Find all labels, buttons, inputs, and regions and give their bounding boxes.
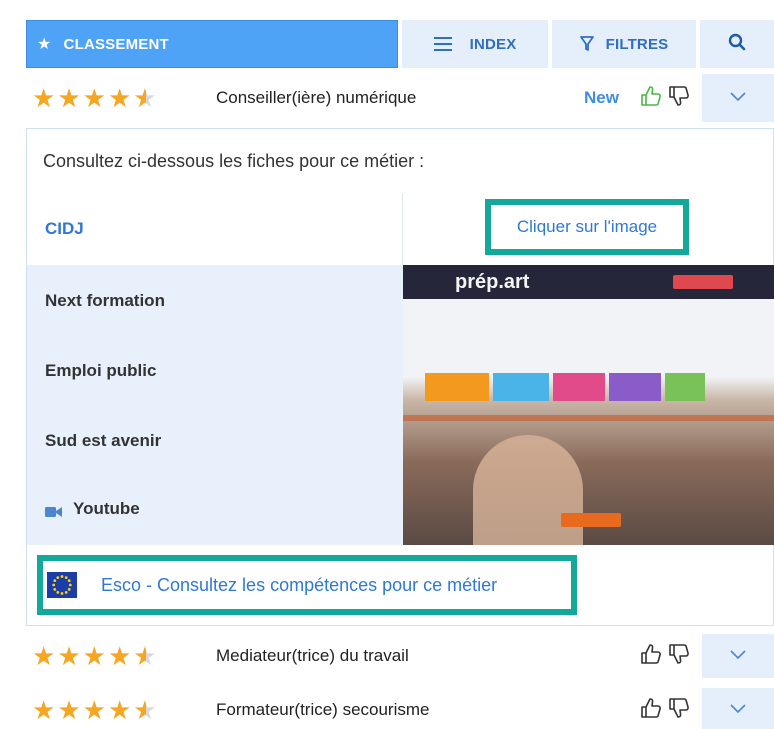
preview-header-button	[673, 275, 733, 289]
source-item-next-formation[interactable]: Next formation	[45, 291, 165, 311]
job-title[interactable]: Mediateur(trice) du travail	[216, 646, 409, 666]
star-icon: ★	[32, 83, 56, 113]
preview-header: prép.art	[403, 265, 774, 299]
chevron-down-icon	[730, 89, 746, 107]
click-image-button[interactable]: Cliquer sur l'image	[485, 199, 689, 255]
esco-link-label: Esco - Consultez les compétences pour ce…	[101, 574, 498, 595]
job-row[interactable]: ★ ★ ★ ★ ★ Formateur(trice) secourisme	[26, 684, 774, 729]
preview-area: Cliquer sur l'image prép.art	[403, 193, 774, 545]
filter-icon	[579, 36, 594, 52]
tab-classement-label: CLASSEMENT	[63, 35, 169, 53]
star-icon: ★	[82, 83, 106, 113]
source-item-emploi-public[interactable]: Emploi public	[45, 361, 156, 381]
star-icon: ★	[57, 641, 81, 671]
new-badge: New	[584, 88, 619, 107]
thumbs-up-icon[interactable]	[640, 697, 662, 724]
tab-classement[interactable]: ★ CLASSEMENT	[26, 20, 398, 68]
preview-block	[425, 373, 489, 401]
rating-stars: ★ ★ ★ ★ ★	[32, 85, 157, 111]
tab-filtres[interactable]: FILTRES	[552, 20, 696, 68]
source-label: Sud est avenir	[45, 431, 162, 450]
vote-buttons	[640, 85, 690, 112]
vote-buttons	[640, 697, 690, 724]
source-item-youtube[interactable]: Youtube	[45, 499, 140, 519]
thumbs-down-icon[interactable]	[668, 643, 690, 670]
star-icon: ★	[32, 641, 56, 671]
star-icon: ★	[57, 83, 81, 113]
source-label: Emploi public	[45, 361, 157, 380]
expand-button[interactable]	[702, 634, 774, 678]
thumbs-down-icon[interactable]	[668, 85, 690, 112]
thumbs-up-icon[interactable]	[640, 85, 662, 112]
tab-index-label: INDEX	[469, 35, 517, 53]
expand-button[interactable]	[702, 74, 774, 122]
panel-intro: Consultez ci-dessous les fiches pour ce …	[43, 151, 425, 171]
half-star-icon: ★	[133, 695, 157, 725]
job-title[interactable]: Formateur(trice) secourisme	[216, 700, 430, 720]
chevron-down-icon	[730, 701, 746, 719]
chevron-down-icon	[730, 647, 746, 665]
search-icon	[728, 33, 746, 55]
esco-link[interactable]: Esco - Consultez les compétences pour ce…	[37, 555, 577, 615]
job-row[interactable]: ★ ★ ★ ★ ★ Mediateur(trice) du travail	[26, 630, 774, 682]
rating-stars: ★ ★ ★ ★ ★	[32, 697, 157, 723]
star-icon: ★	[107, 641, 132, 671]
star-icon: ★	[107, 83, 132, 113]
preview-block	[665, 373, 705, 401]
tab-index[interactable]: INDEX	[402, 20, 548, 68]
menu-icon	[433, 37, 452, 51]
source-label: Next formation	[45, 291, 165, 310]
star-icon: ★	[107, 695, 132, 725]
half-star-icon: ★	[133, 83, 157, 113]
thumbs-up-icon[interactable]	[640, 643, 662, 670]
source-list: CIDJ Next formation Emploi public Sud es…	[27, 193, 403, 545]
job-row[interactable]: ★ ★ ★ ★ ★ Conseiller(ière) numérique New	[26, 72, 774, 124]
half-star-icon: ★	[133, 641, 157, 671]
source-label: Youtube	[73, 499, 140, 518]
site-preview-image[interactable]: prép.art	[403, 265, 774, 545]
preview-cta	[561, 513, 621, 527]
search-button[interactable]	[700, 20, 774, 68]
thumbs-down-icon[interactable]	[668, 697, 690, 724]
preview-logo: prép.art	[455, 271, 530, 293]
rating-stars: ★ ★ ★ ★ ★	[32, 643, 157, 669]
source-item-cidj[interactable]: CIDJ	[27, 193, 403, 265]
source-item-sud-est-avenir[interactable]: Sud est avenir	[45, 431, 161, 451]
job-title[interactable]: Conseiller(ière) numérique	[216, 88, 416, 108]
eu-flag-icon	[47, 572, 77, 598]
tab-filtres-label: FILTRES	[605, 35, 669, 53]
preview-band	[403, 415, 774, 421]
star-icon: ★	[32, 695, 56, 725]
preview-photo	[473, 435, 583, 545]
star-icon: ★	[82, 641, 106, 671]
tab-bar: ★ CLASSEMENT INDEX FILTRES	[26, 20, 774, 68]
source-label: CIDJ	[45, 219, 84, 238]
preview-block	[553, 373, 605, 401]
star-icon: ★	[82, 695, 106, 725]
preview-block	[493, 373, 549, 401]
star-icon: ★	[57, 695, 81, 725]
job-details-panel: Consultez ci-dessous les fiches pour ce …	[26, 128, 774, 626]
preview-block	[609, 373, 661, 401]
expand-button[interactable]	[702, 688, 774, 729]
source-list-other: Next formation Emploi public Sud est ave…	[27, 265, 403, 545]
star-icon: ★	[37, 36, 52, 53]
vote-buttons	[640, 643, 690, 670]
video-camera-icon	[45, 503, 63, 517]
